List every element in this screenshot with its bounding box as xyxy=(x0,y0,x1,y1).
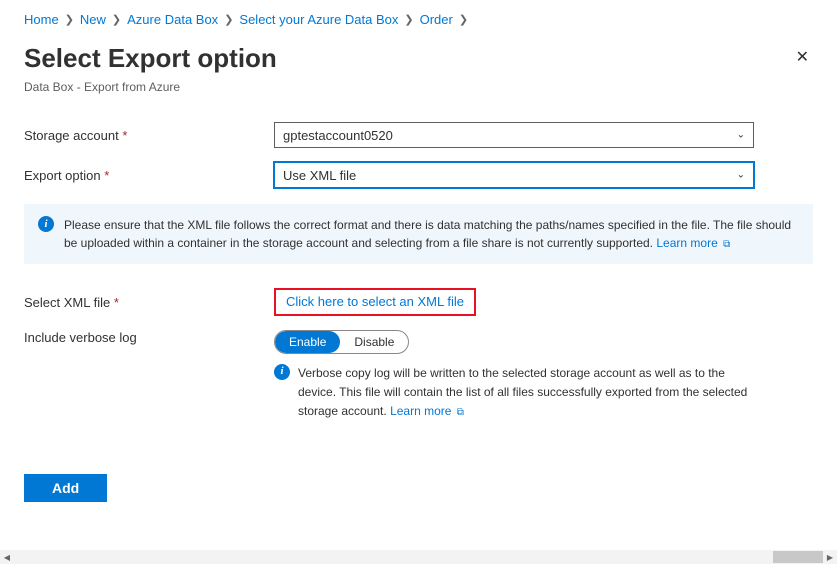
learn-more-link[interactable]: Learn more ⧉ xyxy=(656,236,730,250)
external-link-icon: ⧉ xyxy=(723,239,730,250)
toggle-disable[interactable]: Disable xyxy=(340,331,408,353)
horizontal-scrollbar[interactable]: ◀ ▶ xyxy=(0,550,837,564)
chevron-right-icon: ❯ xyxy=(459,13,468,26)
verbose-info-text: Verbose copy log will be written to the … xyxy=(298,364,754,422)
external-link-icon: ⧉ xyxy=(457,407,464,418)
chevron-right-icon: ❯ xyxy=(404,13,413,26)
breadcrumb-order[interactable]: Order xyxy=(420,12,453,27)
chevron-down-icon: ⌄ xyxy=(737,170,745,181)
export-option-label: Export option * xyxy=(24,168,274,183)
breadcrumb-home[interactable]: Home xyxy=(24,12,59,27)
chevron-right-icon: ❯ xyxy=(112,13,121,26)
select-xml-highlight: Click here to select an XML file xyxy=(274,288,476,316)
storage-account-label: Storage account * xyxy=(24,128,274,143)
breadcrumb-azure-data-box[interactable]: Azure Data Box xyxy=(127,12,218,27)
breadcrumb: Home ❯ New ❯ Azure Data Box ❯ Select you… xyxy=(24,12,813,27)
export-option-dropdown[interactable]: Use XML file ⌄ xyxy=(274,162,754,188)
chevron-right-icon: ❯ xyxy=(224,13,233,26)
select-xml-label: Select XML file * xyxy=(24,295,274,310)
storage-account-dropdown[interactable]: gptestaccount0520 ⌄ xyxy=(274,122,754,148)
scroll-left-arrow[interactable]: ◀ xyxy=(0,553,14,562)
toggle-enable[interactable]: Enable xyxy=(275,331,340,353)
breadcrumb-select-data-box[interactable]: Select your Azure Data Box xyxy=(239,12,398,27)
info-icon: i xyxy=(38,216,54,232)
info-box: i Please ensure that the XML file follow… xyxy=(24,204,813,264)
scroll-right-arrow[interactable]: ▶ xyxy=(823,553,837,562)
page-title: Select Export option xyxy=(24,43,277,74)
verbose-log-label: Include verbose log xyxy=(24,330,274,345)
chevron-right-icon: ❯ xyxy=(65,13,74,26)
chevron-down-icon: ⌄ xyxy=(737,130,745,141)
breadcrumb-new[interactable]: New xyxy=(80,12,106,27)
verbose-log-toggle[interactable]: Enable Disable xyxy=(274,330,409,354)
select-xml-link[interactable]: Click here to select an XML file xyxy=(286,294,464,309)
scrollbar-thumb[interactable] xyxy=(773,551,823,563)
page-subtitle: Data Box - Export from Azure xyxy=(24,80,813,94)
verbose-learn-more-link[interactable]: Learn more ⧉ xyxy=(390,404,464,418)
add-button[interactable]: Add xyxy=(24,474,107,502)
close-icon[interactable]: ✕ xyxy=(792,43,813,71)
info-icon: i xyxy=(274,364,290,380)
